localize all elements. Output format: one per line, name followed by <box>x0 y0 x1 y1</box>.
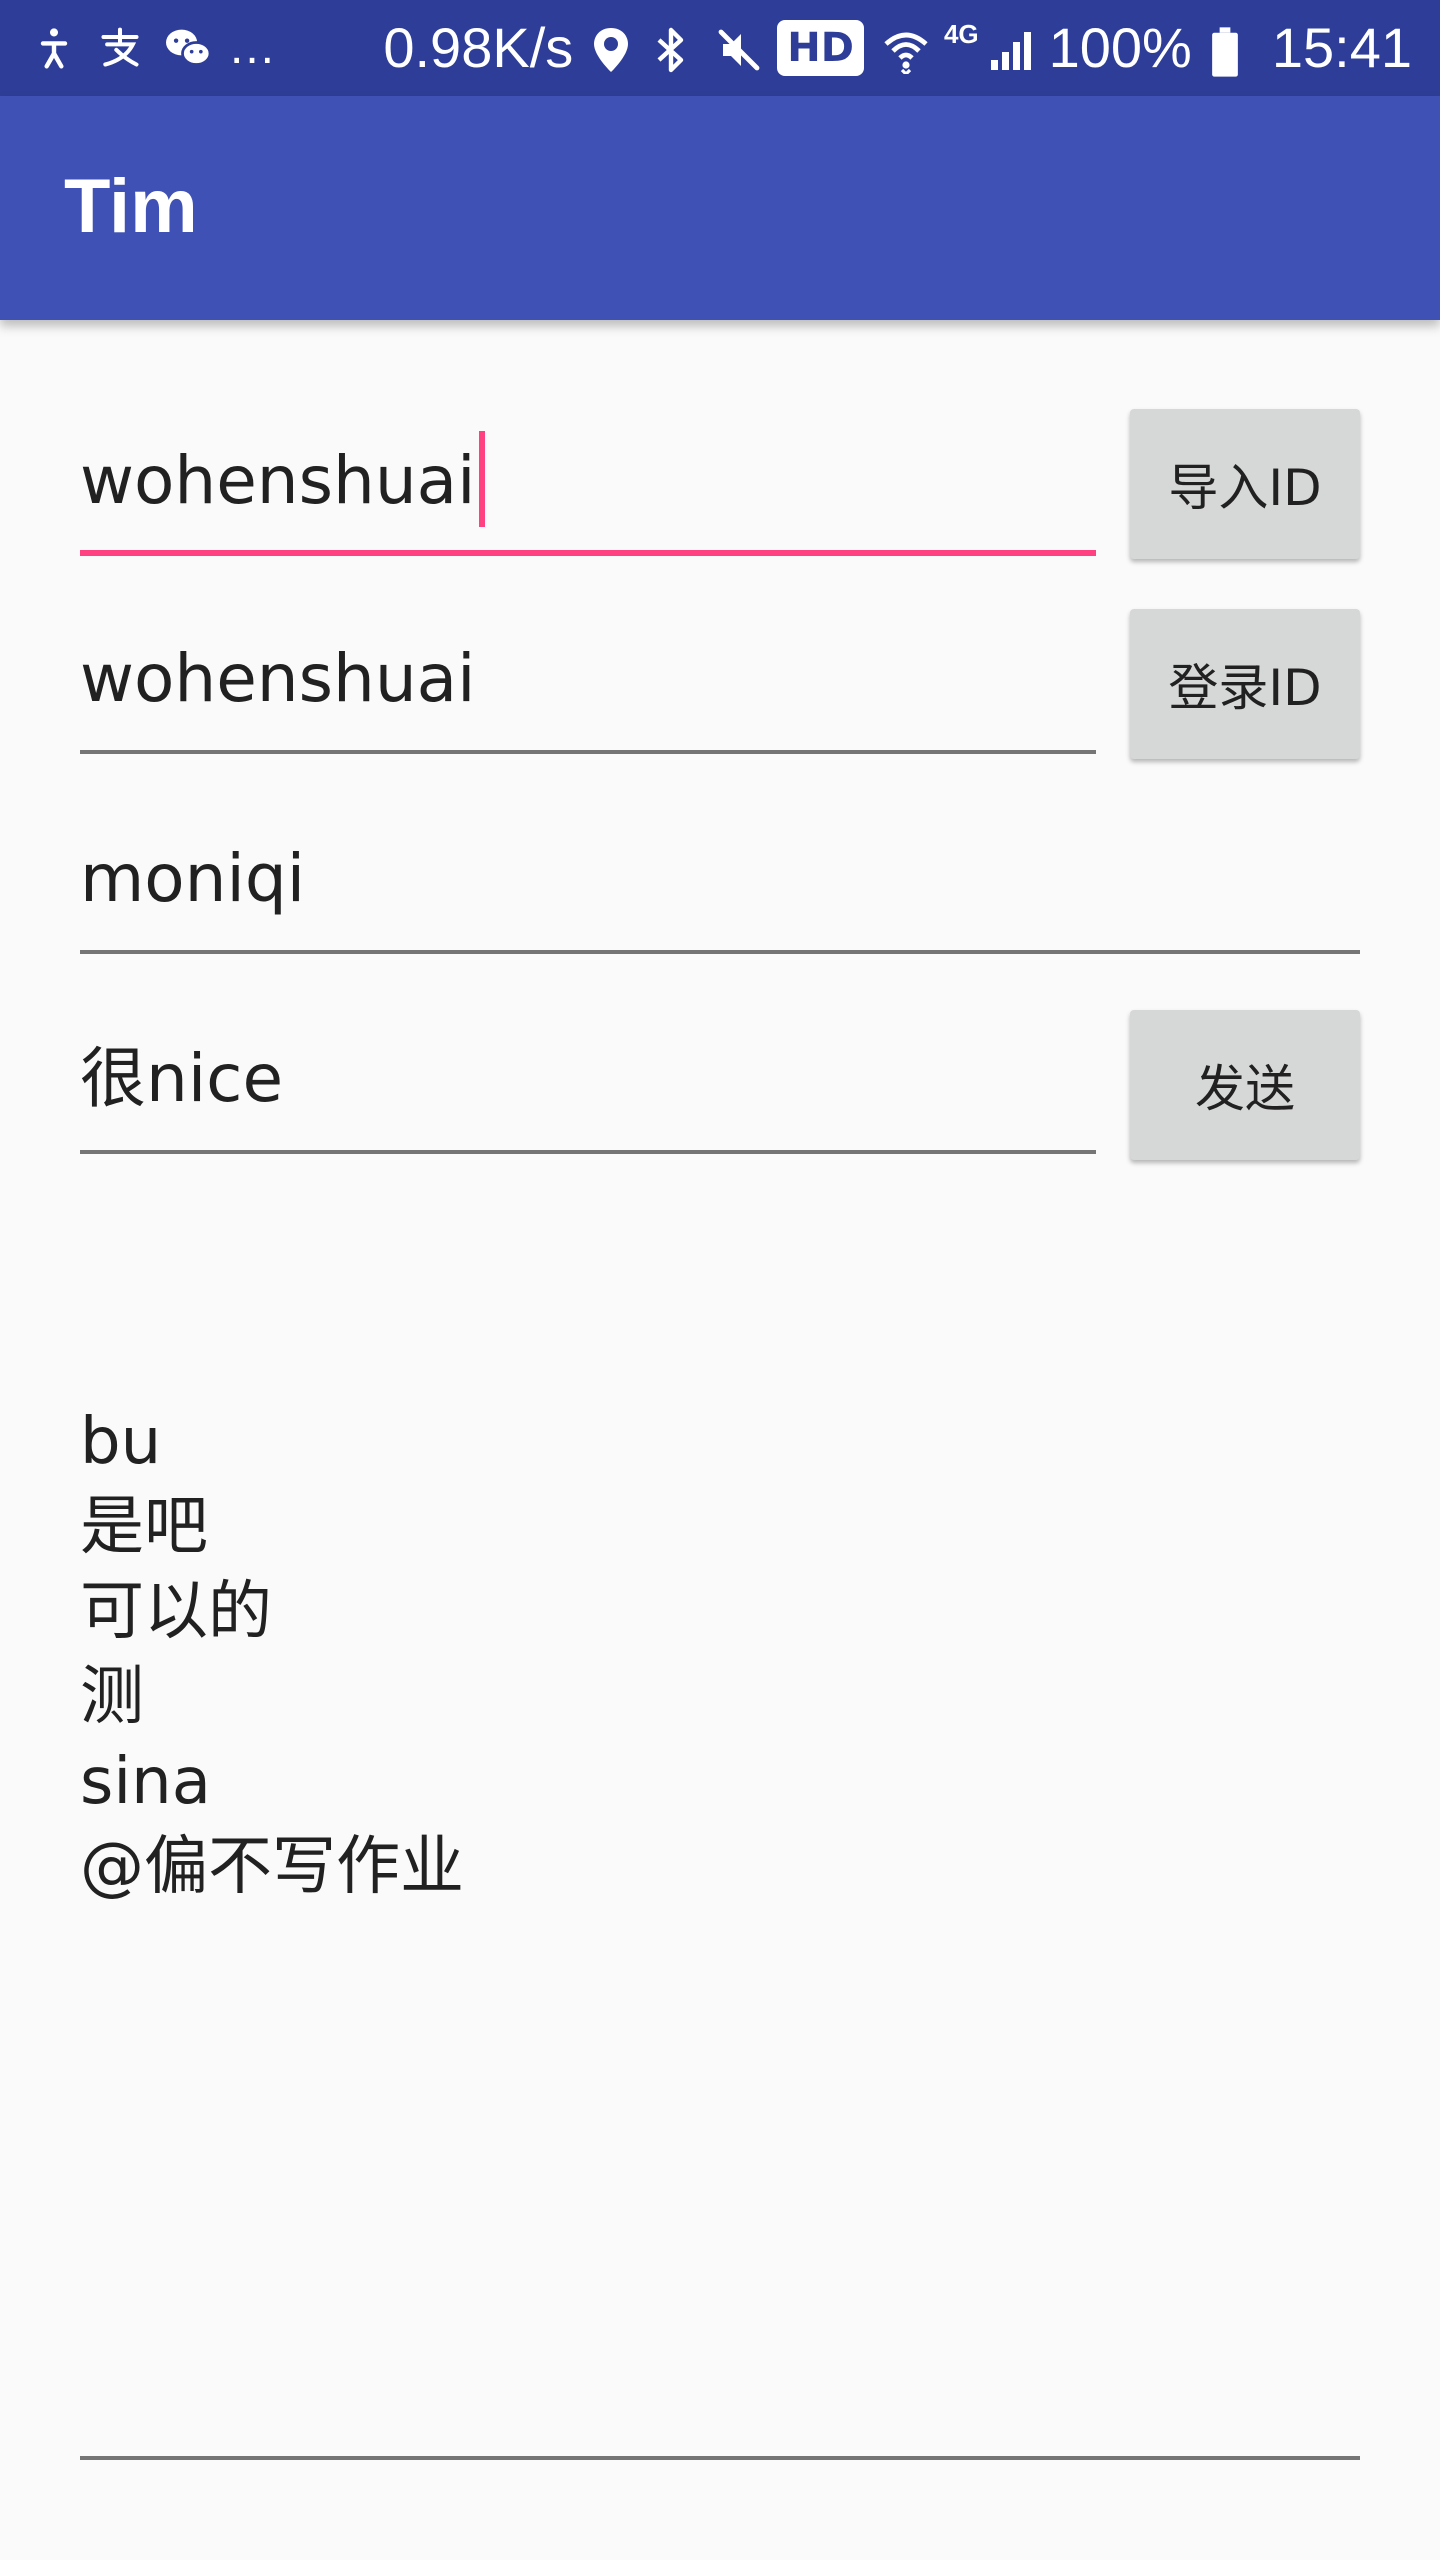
import-id-underline <box>80 550 1096 556</box>
status-bar: ... 0.98K/s HD 4G 100% 15:41 <box>0 0 1440 96</box>
app-title: Tim <box>64 164 198 249</box>
import-id-input[interactable]: wohenshuai <box>80 406 1096 556</box>
peer-id-input[interactable]: moniqi <box>80 804 1360 954</box>
message-input[interactable]: 很nice <box>80 1004 1096 1154</box>
send-button[interactable]: 发送 <box>1130 1010 1360 1160</box>
more-notifications: ... <box>230 21 277 74</box>
message-line: @偏不写作业 <box>80 1830 464 1904</box>
wifi-icon <box>882 26 928 77</box>
network-type: 4G <box>943 18 979 49</box>
message-list: bu 是吧 可以的 测 sina @偏不写作业 <box>80 1400 1360 1910</box>
import-id-button[interactable]: 导入ID <box>1130 409 1360 559</box>
status-left: ... <box>32 0 276 96</box>
status-right: 0.98K/s HD 4G 100% 15:41 <box>383 0 1412 96</box>
accessibility-icon <box>32 26 76 70</box>
mute-icon <box>715 26 760 71</box>
message-line: 可以的 <box>80 1575 272 1649</box>
login-id-underline <box>80 750 1096 754</box>
signal-icon <box>987 26 1031 70</box>
text-cursor <box>479 430 486 527</box>
message-value: 很nice <box>80 1040 284 1117</box>
wechat-icon <box>164 26 212 70</box>
alipay-icon <box>98 26 142 70</box>
login-id-value: wohenshuai <box>80 640 476 717</box>
battery-percent: 100% <box>1048 16 1192 79</box>
clock: 15:41 <box>1271 16 1412 79</box>
message-line: 是吧 <box>80 1490 208 1564</box>
login-id-button[interactable]: 登录ID <box>1130 609 1360 759</box>
hd-badge: HD <box>777 20 864 76</box>
message-line: 测 <box>80 1660 144 1734</box>
net-speed: 0.98K/s <box>383 16 574 79</box>
import-id-value: wohenshuai <box>80 430 486 533</box>
message-underline <box>80 1150 1096 1154</box>
peer-id-value: moniqi <box>80 840 306 917</box>
message-line: bu <box>80 1405 162 1479</box>
location-icon <box>591 26 635 72</box>
login-id-input[interactable]: wohenshuai <box>80 604 1096 754</box>
message-area-underline <box>80 2456 1360 2460</box>
battery-icon <box>1210 26 1254 77</box>
message-line: sina <box>80 1745 211 1819</box>
app-bar: Tim <box>0 96 1440 320</box>
bluetooth-icon <box>653 26 697 73</box>
peer-id-underline <box>80 950 1360 954</box>
